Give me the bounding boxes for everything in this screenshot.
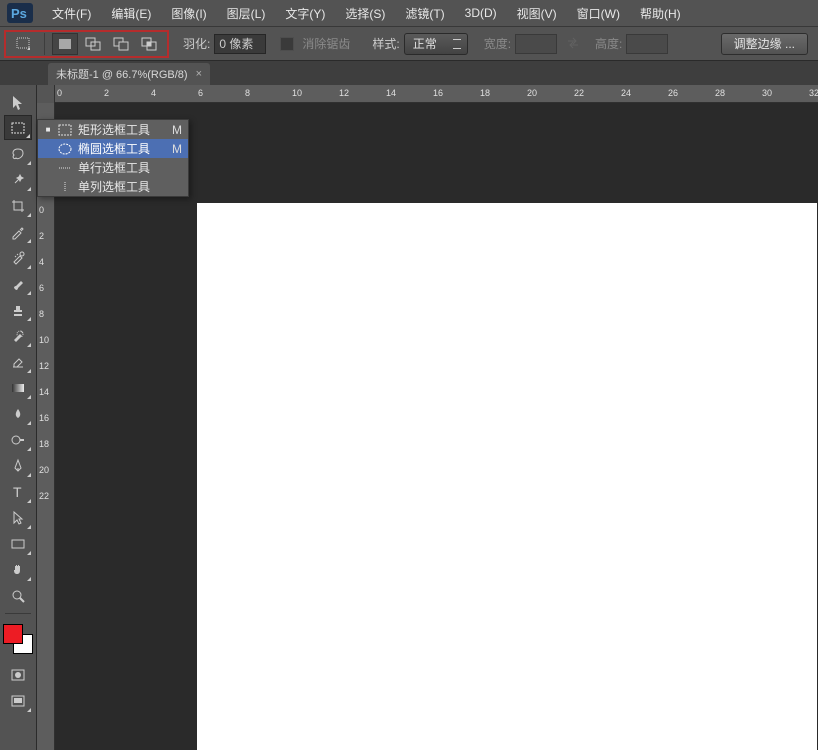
row-marquee-icon xyxy=(56,162,74,174)
highlighted-option-group xyxy=(4,30,169,58)
vertical-ruler[interactable]: 0246810121416182022 xyxy=(37,103,55,750)
document-tab-bar: 未标题-1 @ 66.7%(RGB/8) × xyxy=(0,61,818,85)
lasso-tool[interactable] xyxy=(4,141,32,166)
gradient-tool[interactable] xyxy=(4,375,32,400)
document-tab[interactable]: 未标题-1 @ 66.7%(RGB/8) × xyxy=(48,63,210,85)
move-tool[interactable] xyxy=(4,89,32,114)
tool-panel: T xyxy=(0,85,37,750)
marquee-tool[interactable] xyxy=(4,115,32,140)
menu-image[interactable]: 图像(I) xyxy=(161,0,216,26)
menu-window[interactable]: 窗口(W) xyxy=(567,0,630,26)
menu-select[interactable]: 选择(S) xyxy=(335,0,395,26)
menu-layer[interactable]: 图层(L) xyxy=(217,0,276,26)
zoom-tool[interactable] xyxy=(4,583,32,608)
ruler-origin[interactable] xyxy=(37,85,55,103)
selection-add-icon[interactable] xyxy=(80,33,106,55)
path-select-tool[interactable] xyxy=(4,505,32,530)
selection-new-icon[interactable] xyxy=(52,33,78,55)
menu-bar: Ps 文件(F) 编辑(E) 图像(I) 图层(L) 文字(Y) 选择(S) 滤… xyxy=(0,0,818,26)
blur-tool[interactable] xyxy=(4,401,32,426)
tab-title: 未标题-1 @ 66.7%(RGB/8) xyxy=(56,66,188,82)
stamp-tool[interactable] xyxy=(4,297,32,322)
history-brush-tool[interactable] xyxy=(4,323,32,348)
eyedropper-tool[interactable] xyxy=(4,219,32,244)
flyout-row-marquee[interactable]: 单行选框工具 xyxy=(38,158,188,177)
rectangle-tool[interactable] xyxy=(4,531,32,556)
feather-label: 羽化: xyxy=(183,35,210,52)
eraser-tool[interactable] xyxy=(4,349,32,374)
screen-mode-tool[interactable] xyxy=(4,688,32,713)
menu-help[interactable]: 帮助(H) xyxy=(630,0,691,26)
checkmark-icon: ■ xyxy=(44,125,52,134)
tool-preset-icon[interactable] xyxy=(11,33,37,55)
rect-marquee-icon xyxy=(56,124,74,136)
options-bar: 羽化: 消除锯齿 样式: 正常 宽度: 高度: 调整边缘 ... xyxy=(0,26,818,61)
brush-tool[interactable] xyxy=(4,271,32,296)
style-select[interactable]: 正常 xyxy=(404,33,468,55)
antialias-checkbox[interactable] xyxy=(280,37,294,51)
menu-filter[interactable]: 滤镜(T) xyxy=(395,0,454,26)
work-area: T ■ 矩形选框工具 M 椭圆选框工具 M 单行选框工具 xyxy=(0,85,818,750)
separator xyxy=(44,33,45,55)
quickmask-tool[interactable] xyxy=(4,662,32,687)
ps-logo: Ps xyxy=(6,3,34,23)
color-swatches[interactable] xyxy=(3,624,33,654)
type-tool[interactable]: T xyxy=(4,479,32,504)
menu-file[interactable]: 文件(F) xyxy=(42,0,101,26)
antialias-label: 消除锯齿 xyxy=(302,35,350,52)
width-input xyxy=(515,34,557,54)
flyout-ellipse-marquee[interactable]: 椭圆选框工具 M xyxy=(38,139,188,158)
ellipse-marquee-icon xyxy=(56,143,74,155)
flyout-col-marquee[interactable]: 单列选框工具 xyxy=(38,177,188,196)
col-marquee-icon xyxy=(56,181,74,193)
heal-tool[interactable] xyxy=(4,245,32,270)
style-label: 样式: xyxy=(372,35,399,52)
marquee-flyout: ■ 矩形选框工具 M 椭圆选框工具 M 单行选框工具 单列选框工具 xyxy=(37,119,189,197)
refine-edge-button[interactable]: 调整边缘 ... xyxy=(721,33,808,55)
horizontal-ruler[interactable]: 02468101214161820222426283032 xyxy=(37,85,818,103)
pen-tool[interactable] xyxy=(4,453,32,478)
crop-tool[interactable] xyxy=(4,193,32,218)
foreground-color-swatch[interactable] xyxy=(3,624,23,644)
selection-subtract-icon[interactable] xyxy=(108,33,134,55)
flyout-rect-marquee[interactable]: ■ 矩形选框工具 M xyxy=(38,120,188,139)
wand-tool[interactable] xyxy=(4,167,32,192)
feather-input[interactable] xyxy=(214,34,266,54)
canvas-area[interactable] xyxy=(55,103,818,750)
width-label: 宽度: xyxy=(484,35,511,52)
hand-tool[interactable] xyxy=(4,557,32,582)
document-canvas[interactable] xyxy=(197,203,817,750)
height-input xyxy=(626,34,668,54)
menu-view[interactable]: 视图(V) xyxy=(507,0,567,26)
menu-3d[interactable]: 3D(D) xyxy=(455,0,507,26)
close-icon[interactable]: × xyxy=(196,68,202,80)
swap-dimensions-icon xyxy=(565,35,583,53)
svg-text:T: T xyxy=(13,484,22,500)
menu-type[interactable]: 文字(Y) xyxy=(275,0,335,26)
dodge-tool[interactable] xyxy=(4,427,32,452)
selection-intersect-icon[interactable] xyxy=(136,33,162,55)
menu-edit[interactable]: 编辑(E) xyxy=(101,0,161,26)
svg-text:Ps: Ps xyxy=(11,6,27,21)
height-label: 高度: xyxy=(595,35,622,52)
